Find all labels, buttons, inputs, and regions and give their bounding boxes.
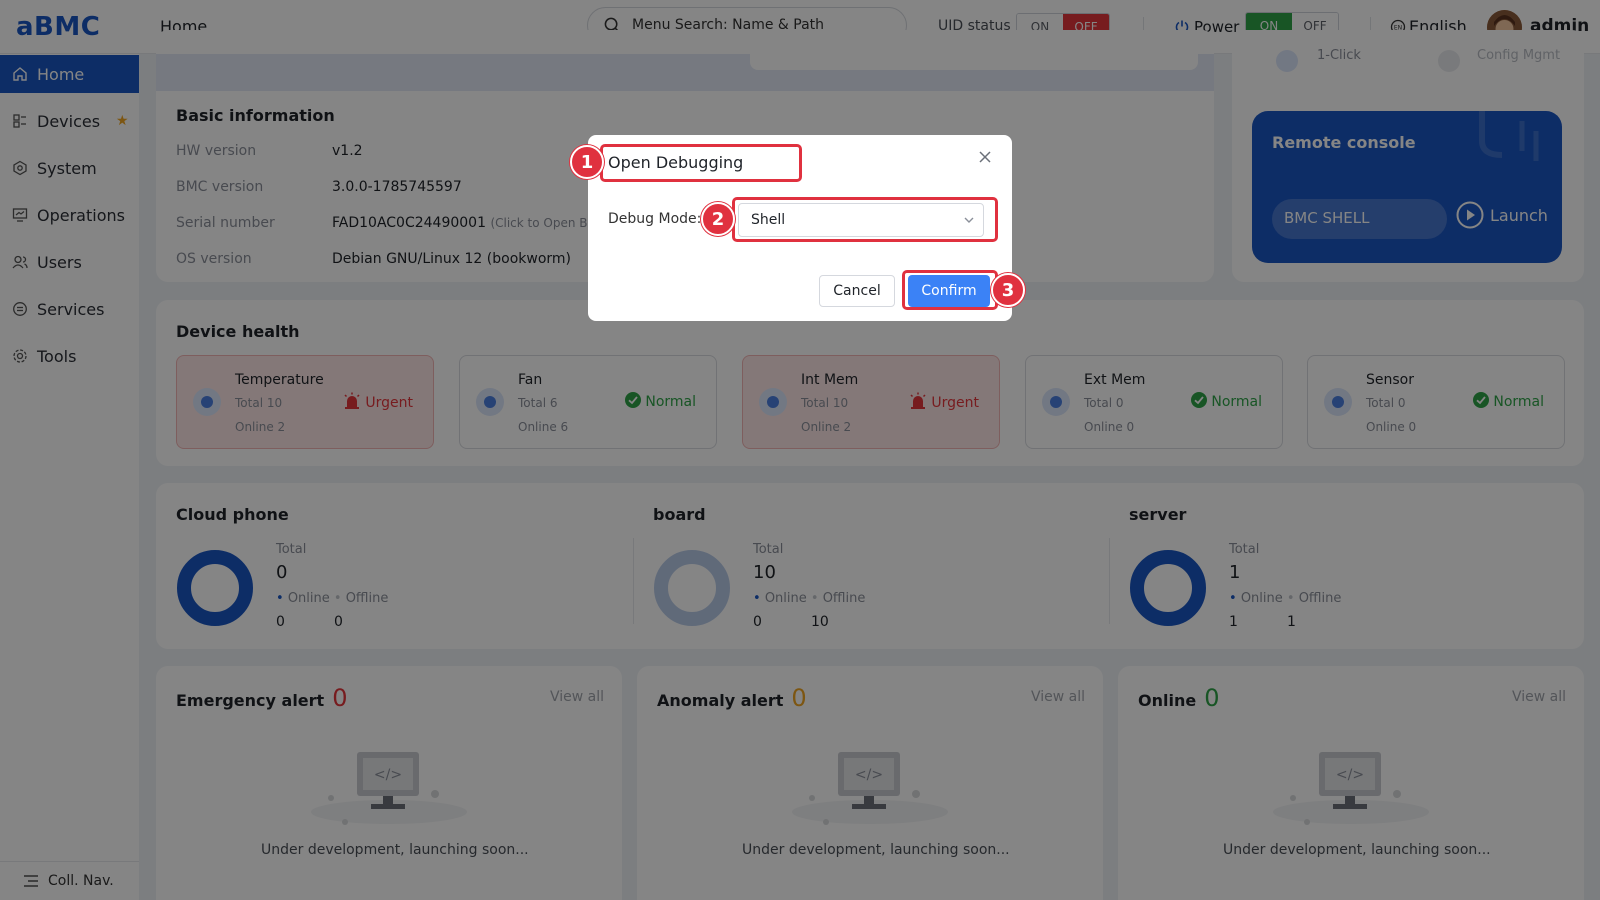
debug-mode-label: Debug Mode: [608, 211, 702, 227]
callout-highlight-title [600, 144, 802, 182]
callout-highlight-select [732, 197, 998, 242]
close-icon[interactable] [978, 150, 992, 164]
callout-badge-2: 2 [701, 202, 735, 236]
callout-badge-3: 3 [991, 273, 1025, 307]
callout-highlight-confirm [902, 270, 998, 310]
cancel-button[interactable]: Cancel [819, 275, 895, 307]
callout-badge-1: 1 [570, 145, 604, 179]
